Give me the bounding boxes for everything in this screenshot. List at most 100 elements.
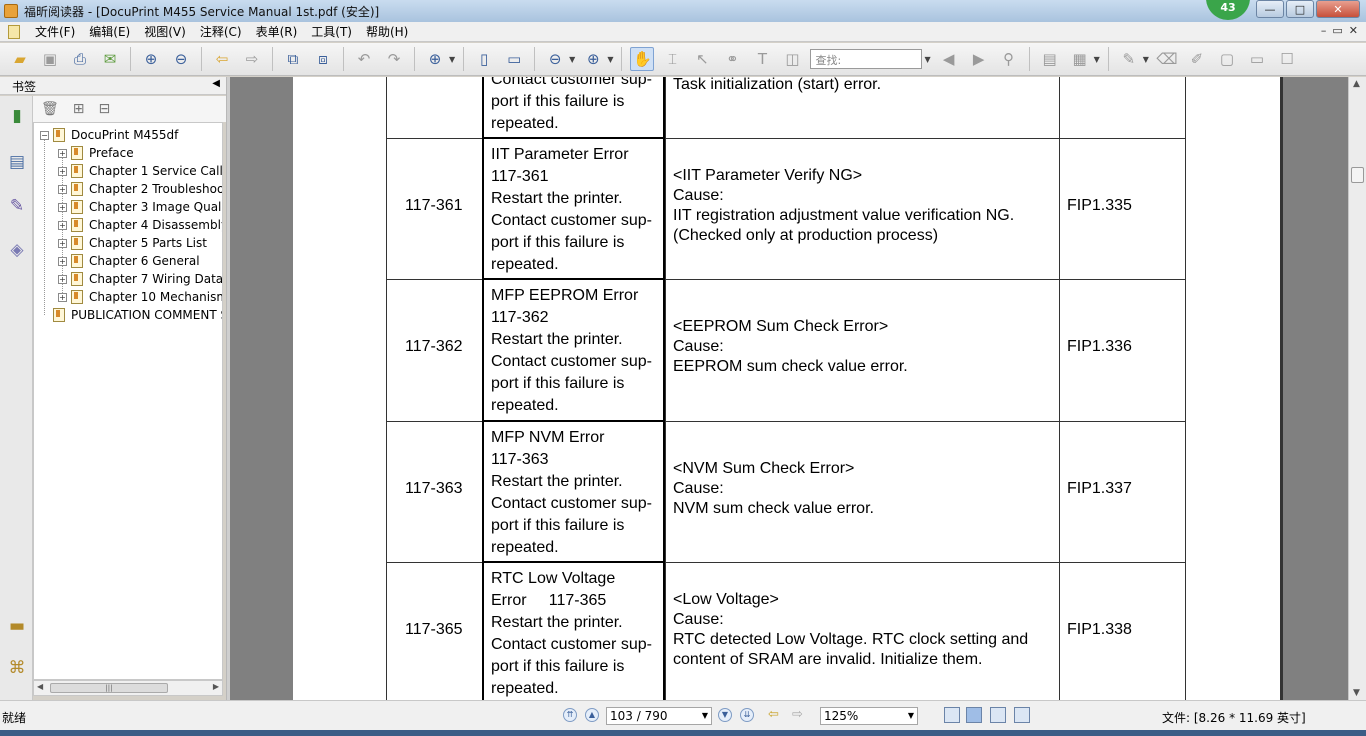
tree-item-chapter-2[interactable]: + Chapter 2 Troubleshoo [58,180,222,198]
attachments-tab-icon[interactable]: ⌘ [6,658,28,680]
comment-icon[interactable]: ☐ [1275,47,1299,71]
first-page-icon[interactable]: ⇈ [563,708,577,722]
signatures-tab-icon[interactable]: ✎ [6,196,28,218]
expand-toggle-icon[interactable]: + [58,238,67,248]
find-next-icon[interactable]: ▶ [967,47,991,71]
zoom-out-icon[interactable]: ⊖ [543,47,567,71]
zoom-level-dropdown-icon[interactable]: ▼ [908,711,914,720]
menu-comment[interactable]: 注释(C) [193,23,249,40]
scrollbar-thumb[interactable] [1351,167,1364,183]
bookmark-horizontal-scrollbar[interactable]: ◀ ||| ▶ [33,680,223,696]
menu-file[interactable]: 文件(F) [28,23,82,40]
find-previous-icon[interactable]: ◀ [937,47,961,71]
zoom-level-field[interactable]: 125% ▼ [820,707,918,725]
pointer-icon[interactable]: ↖ [690,47,714,71]
doc-restore-button[interactable]: ▭ [1332,24,1342,37]
next-page-button-icon[interactable]: ▼ [718,708,732,722]
collapse-panel-icon[interactable]: ◀ [212,78,220,89]
menu-help[interactable]: 帮助(H) [359,23,415,40]
expand-toggle-icon[interactable]: + [58,202,67,212]
continuous-view-icon[interactable] [966,707,982,723]
comments-tab-icon[interactable]: ▬ [6,616,28,638]
save-icon[interactable]: ▣ [38,47,62,71]
security-badge[interactable]: 43 [1206,0,1250,20]
search-dropdown-icon[interactable]: ▼ [924,55,930,64]
page-dropdown-icon[interactable]: ▼ [702,711,708,720]
minimize-button[interactable]: — [1256,0,1284,18]
tree-item-chapter-5[interactable]: + Chapter 5 Parts List [58,234,207,252]
expand-toggle-icon[interactable]: + [58,148,67,158]
doc-minimize-button[interactable]: – [1321,24,1327,37]
scroll-left-icon[interactable]: ◀ [37,682,43,691]
history-forward-icon[interactable]: ⇨ [792,707,803,722]
zoom-out-dropdown-icon[interactable]: ▼ [569,55,575,64]
menu-edit[interactable]: 编辑(E) [82,23,137,40]
bookmarks-tab-icon[interactable]: ▮ [6,106,28,128]
scroll-down-icon[interactable]: ▼ [1353,688,1360,698]
search-magnifier-icon[interactable]: ⚲ [997,47,1021,71]
next-page-icon[interactable]: ⊖ [169,47,193,71]
edit-icon[interactable]: ✐ [1185,47,1209,71]
previous-page-icon[interactable]: ⊕ [139,47,163,71]
zoom-plus-dropdown-icon[interactable]: ▼ [607,55,613,64]
menu-tools[interactable]: 工具(T) [304,23,359,40]
eraser-icon[interactable]: ⌫ [1155,47,1179,71]
binoculars-icon[interactable]: ⚭ [720,47,744,71]
scrollbar-thumb[interactable]: ||| [50,683,168,693]
previous-page-button-icon[interactable]: ▲ [585,708,599,722]
tree-item-preface[interactable]: + Preface [58,144,134,162]
tree-item-chapter-6[interactable]: + Chapter 6 General [58,252,200,270]
zoom-plus-icon[interactable]: ⊕ [581,47,605,71]
doc-close-button[interactable]: ✕ [1349,24,1358,37]
redo-icon[interactable]: ↷ [382,47,406,71]
email-icon[interactable]: ✉ [98,47,122,71]
pattern-icon[interactable]: ▦ [1068,47,1092,71]
scroll-right-icon[interactable]: ▶ [213,682,219,691]
expand-toggle-icon[interactable]: + [58,292,67,302]
collapse-toggle-icon[interactable]: − [40,130,49,140]
forward-arrow-icon[interactable]: ⇨ [240,47,264,71]
scroll-up-icon[interactable]: ▲ [1353,79,1360,89]
tree-item-publication-comment[interactable]: PUBLICATION COMMENT S [53,306,222,324]
fit-page-icon[interactable]: ▯ [472,47,496,71]
expand-toggle-icon[interactable]: + [58,184,67,194]
history-back-icon[interactable]: ⇦ [768,707,779,722]
menu-form[interactable]: 表单(R) [249,23,305,40]
last-page-icon[interactable]: ⇊ [740,708,754,722]
layers-tab-icon[interactable]: ◈ [6,240,28,262]
pages-tab-icon[interactable]: ▤ [6,152,28,174]
add-bookmark-icon[interactable]: ⊞ [73,101,85,117]
expand-toggle-icon[interactable]: + [58,166,67,176]
pencil-dropdown-icon[interactable]: ▼ [1143,55,1149,64]
facing-view-icon[interactable] [990,707,1006,723]
pencil-icon[interactable]: ✎ [1117,47,1141,71]
page-number-field[interactable]: 103 / 790 ▼ [606,707,712,725]
undo-icon[interactable]: ↶ [352,47,376,71]
delete-bookmark-icon[interactable]: 🗑 [41,101,59,117]
tree-item-chapter-10[interactable]: + Chapter 10 Mechanism [58,288,222,306]
expand-toggle-icon[interactable]: + [58,220,67,230]
zoom-in-icon[interactable]: ⊕ [423,47,447,71]
expand-toggle-icon[interactable]: + [58,256,67,266]
insert-page-icon[interactable]: ⧈ [311,47,335,71]
hand-tool-icon[interactable]: ✋ [630,47,655,71]
text-tool-icon[interactable]: T [750,47,774,71]
tree-item-chapter-1[interactable]: + Chapter 1 Service Call P [58,162,222,180]
tree-item-root[interactable]: − DocuPrint M455df [40,126,178,144]
open-folder-icon[interactable]: ▰ [8,47,32,71]
tree-item-chapter-7[interactable]: + Chapter 7 Wiring Data [58,270,222,288]
zoom-dropdown-icon[interactable]: ▼ [449,55,455,64]
attach-icon[interactable]: ▤ [1038,47,1062,71]
pattern-dropdown-icon[interactable]: ▼ [1094,55,1100,64]
back-arrow-icon[interactable]: ⇦ [210,47,234,71]
menu-view[interactable]: 视图(V) [137,23,193,40]
continuous-facing-view-icon[interactable] [1014,707,1030,723]
extract-page-icon[interactable]: ⧉ [281,47,305,71]
fit-width-icon[interactable]: ▭ [502,47,526,71]
tree-item-chapter-3[interactable]: + Chapter 3 Image Qualit [58,198,222,216]
print-icon[interactable]: ⎙ [68,47,92,71]
maximize-button[interactable]: □ [1286,0,1314,18]
bookmark-options-icon[interactable]: ⊟ [99,101,111,117]
search-input[interactable]: 查找: [810,49,923,69]
close-window-button[interactable]: ✕ [1316,0,1360,18]
